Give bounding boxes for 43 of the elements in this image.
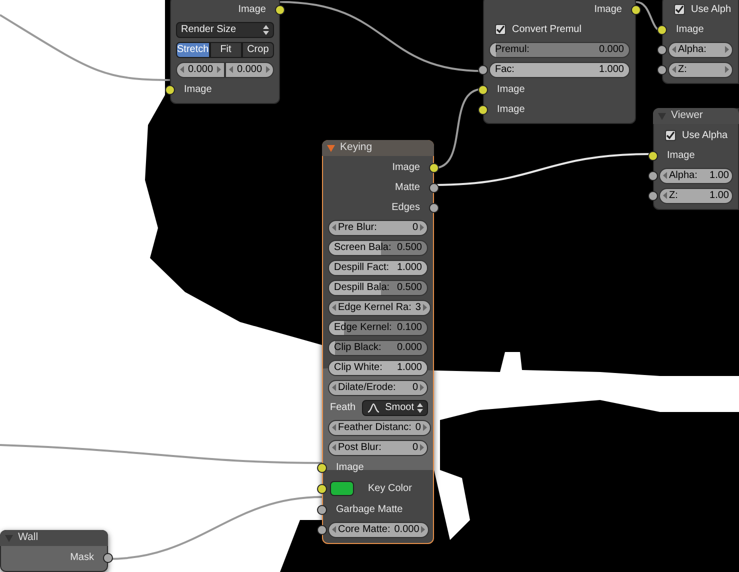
node-header[interactable]: Viewer [653, 108, 739, 124]
socket-label: Image [667, 150, 695, 160]
color-swatch[interactable] [330, 481, 354, 496]
checkbox-label: Use Alph [691, 4, 732, 14]
checkbox-label: Convert Premul [512, 24, 582, 34]
dropdown-menu[interactable]: Smoot [362, 400, 428, 416]
number-field[interactable]: Alpha: 1.00 [659, 168, 733, 184]
socket-label: Image [336, 462, 364, 472]
slider-field[interactable]: Screen Bala: 0.500 [328, 240, 428, 256]
slider-field[interactable]: Despill Bala: 0.500 [328, 280, 428, 296]
slider-field[interactable]: Premul: 0.000 [489, 42, 630, 58]
mode-toggle[interactable]: Stretch [176, 42, 210, 58]
slider-field[interactable]: Fac: 1.000 [489, 62, 630, 78]
slider-field[interactable]: Edge Kernel: 0.100 [328, 320, 428, 336]
socket-label: Image [238, 4, 266, 14]
socket-label: Image [497, 84, 525, 94]
checkbox[interactable] [495, 24, 506, 35]
socket-label: Matte [394, 182, 420, 192]
slider-field[interactable]: Clip White: 1.000 [328, 360, 428, 376]
node-header[interactable]: Wall [0, 530, 108, 546]
dropdown-menu[interactable]: Render Size [176, 22, 274, 38]
up-down-arrows-icon [417, 402, 423, 412]
socket-label: Mask [70, 552, 94, 562]
socket-label: Image [676, 24, 704, 34]
mode-toggle[interactable]: Fit [210, 42, 242, 58]
smooth-curve-icon [366, 402, 380, 412]
socket-label: Image [594, 4, 622, 14]
checkbox[interactable] [674, 4, 685, 15]
socket-label: Image [392, 162, 420, 172]
socket-label: Edges [392, 202, 420, 212]
slider-field[interactable]: Despill Fact: 1.000 [328, 260, 428, 276]
slider-field[interactable]: Clip Black: 0.000 [328, 340, 428, 356]
up-down-arrows-icon [263, 24, 269, 34]
checkbox-label: Use Alpha [682, 130, 728, 140]
socket-label: Image [184, 84, 212, 94]
number-field[interactable]: Z: 1.00 [659, 188, 733, 204]
field-label: Feath [329, 402, 356, 412]
node-header[interactable]: Keying [322, 140, 434, 156]
checkbox[interactable] [665, 130, 676, 141]
socket-label: Garbage Matte [336, 504, 403, 514]
socket-label: Image [497, 104, 525, 114]
socket-label: Key Color [368, 484, 412, 494]
mode-toggle[interactable]: Crop [242, 42, 274, 58]
